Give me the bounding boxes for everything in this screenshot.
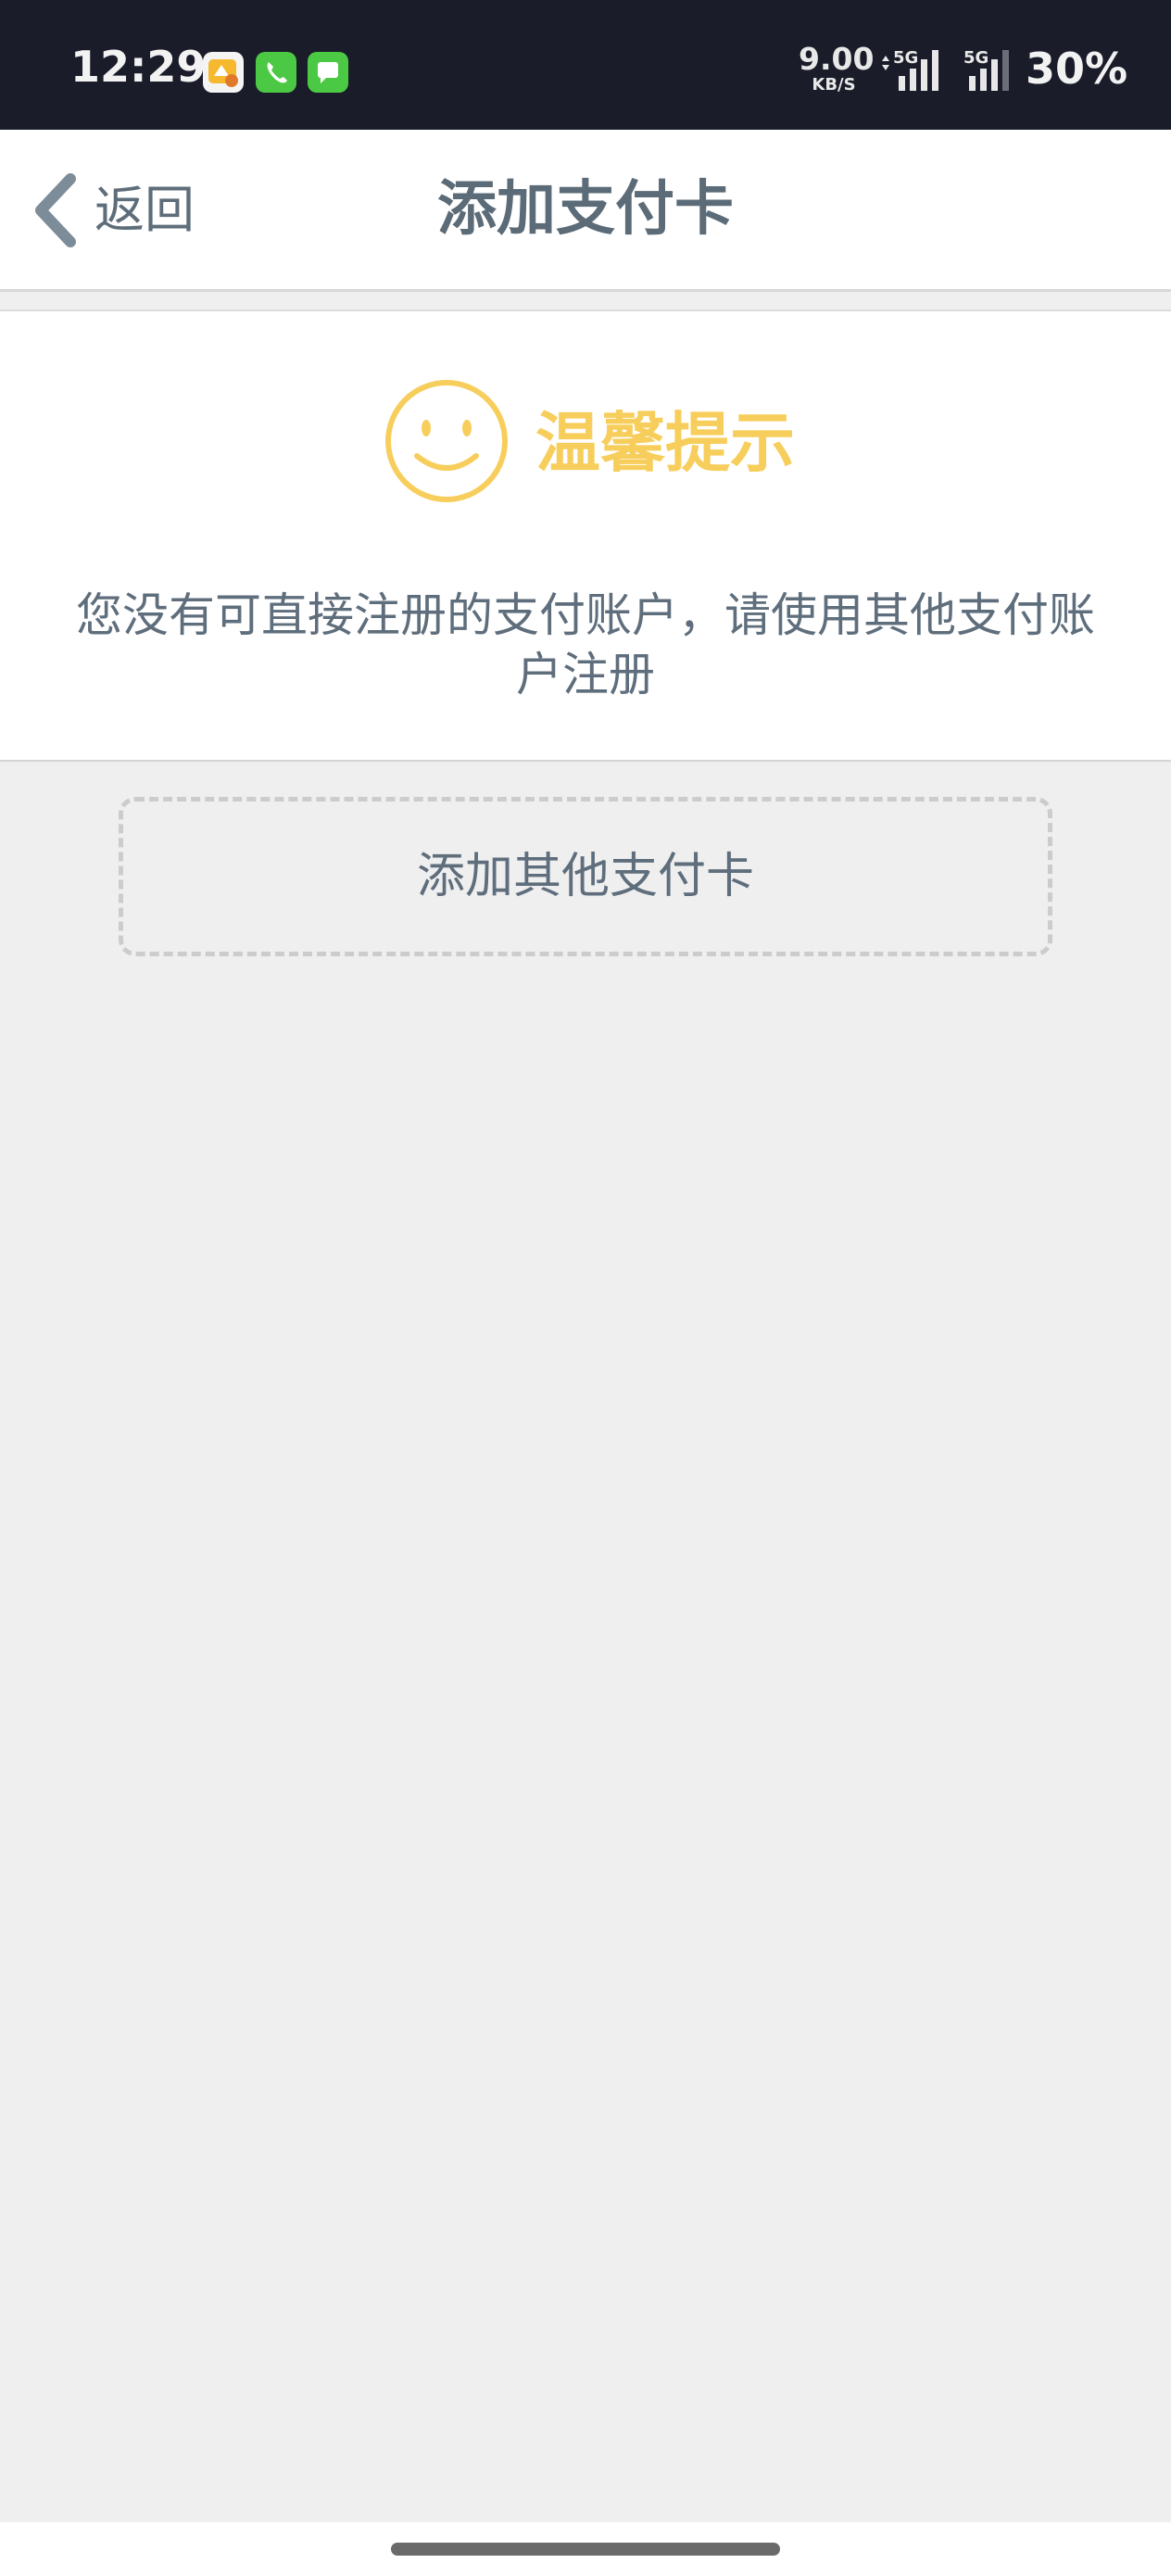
network-speed-value: 9.00 xyxy=(799,41,875,77)
battery-level: 30% xyxy=(1026,44,1128,94)
network-speed: 9.00 KB/S xyxy=(799,41,875,95)
photo-editor-icon xyxy=(203,52,244,93)
back-label: 返回 xyxy=(94,181,195,239)
sim2-network-label: 5G xyxy=(963,48,988,68)
signal-sim1-icon: 5G xyxy=(882,48,938,91)
network-speed-unit: KB/S xyxy=(812,75,856,95)
home-indicator[interactable] xyxy=(391,2543,780,2556)
gesture-bar xyxy=(0,2522,1171,2576)
chevron-left-icon xyxy=(35,173,76,247)
status-time: 12:29 xyxy=(70,42,207,92)
notice-title: 温馨提示 xyxy=(535,405,795,481)
add-other-card-button[interactable]: 添加其他支付卡 xyxy=(119,797,1052,956)
nav-bar: 返回 添加支付卡 xyxy=(0,130,1171,292)
phone-icon xyxy=(256,52,296,93)
back-button[interactable]: 返回 xyxy=(28,169,213,252)
smile-icon xyxy=(385,380,508,502)
status-bar: 12:29 9.00 KB/S 5G 5G 30% xyxy=(0,0,1171,130)
messages-icon xyxy=(308,52,348,93)
sim1-network-label: 5G xyxy=(893,48,918,68)
notice-message: 您没有可直接注册的支付账户，请使用其他支付账户注册 xyxy=(76,588,1095,701)
signal-sim2-icon: 5G xyxy=(963,48,1009,91)
notice-card: 温馨提示 您没有可直接注册的支付账户，请使用其他支付账户注册 xyxy=(0,309,1171,762)
